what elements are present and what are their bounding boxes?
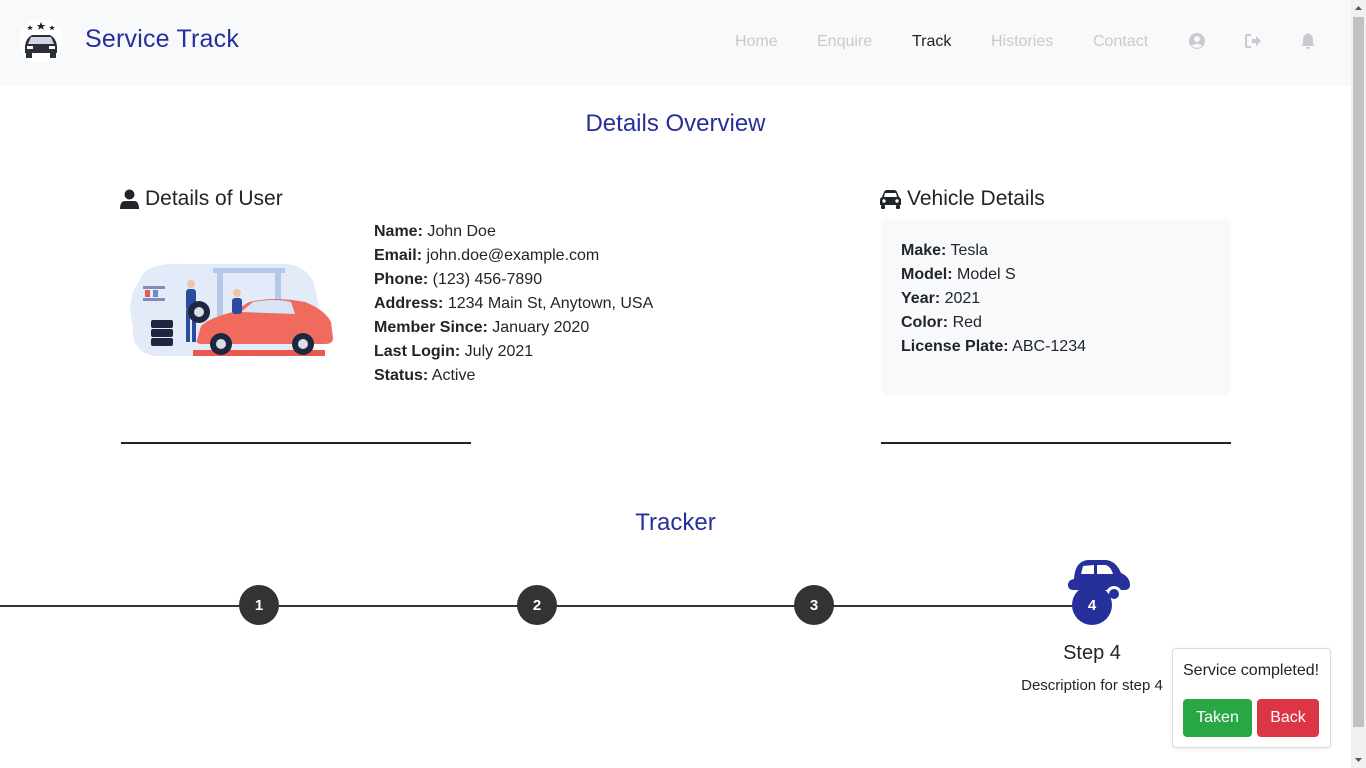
vehicle-section-divider <box>881 442 1231 444</box>
tracker-title: Tracker <box>635 509 716 536</box>
user-info-item: Last Login: July 2021 <box>374 340 653 364</box>
user-circle-icon[interactable] <box>1188 32 1206 50</box>
taken-button[interactable]: Taken <box>1183 699 1252 737</box>
field-label: Last Login: <box>374 343 461 360</box>
field-label: Name: <box>374 223 423 240</box>
user-info-item: Email: john.doe@example.com <box>374 244 653 268</box>
back-button[interactable]: Back <box>1257 699 1319 737</box>
user-icon <box>120 189 139 209</box>
user-details-heading-text: Details of User <box>145 187 283 210</box>
field-label: Year: <box>901 290 941 307</box>
field-value: ABC-1234 <box>1012 338 1086 355</box>
current-step-title: Step 4 <box>1063 642 1121 664</box>
field-label: Status: <box>374 367 429 384</box>
scroll-up-arrow-icon[interactable] <box>1351 0 1366 16</box>
field-value: 1234 Main St, Anytown, USA <box>447 295 654 312</box>
nav-histories[interactable]: Histories <box>991 33 1053 51</box>
details-overview-title: Details Overview <box>585 110 766 137</box>
field-value: (123) 456-7890 <box>432 271 543 288</box>
vehicle-details-heading: Vehicle Details <box>880 187 1045 211</box>
user-info-item: Phone: (123) 456-7890 <box>374 268 653 292</box>
user-info-item: Member Since: January 2020 <box>374 316 653 340</box>
field-label: Model: <box>901 266 953 283</box>
field-value: john.doe@example.com <box>426 247 600 264</box>
field-label: Member Since: <box>374 319 488 336</box>
toast-message: Service completed! <box>1183 662 1320 679</box>
vehicle-info-list: Make: Tesla Model: Model S Year: 2021 Co… <box>901 239 1086 359</box>
vehicle-info-item: License Plate: ABC-1234 <box>901 335 1086 359</box>
field-label: Email: <box>374 247 423 264</box>
scrollbar-thumb[interactable] <box>1353 17 1364 727</box>
vehicle-details-card: Make: Tesla Model: Model S Year: 2021 Co… <box>881 219 1231 395</box>
vehicle-info-item: Color: Red <box>901 311 1086 335</box>
field-value: 2021 <box>944 290 981 307</box>
field-label: Make: <box>901 242 947 259</box>
field-value: Red <box>952 314 982 331</box>
sign-out-icon[interactable] <box>1244 32 1262 50</box>
field-value: Active <box>431 367 476 384</box>
tracker-step-3[interactable]: 3 <box>794 585 834 625</box>
bell-icon[interactable] <box>1299 32 1317 50</box>
field-label: Phone: <box>374 271 429 288</box>
field-label: License Plate: <box>901 338 1009 355</box>
field-value: January 2020 <box>492 319 590 336</box>
nav-enquire[interactable]: Enquire <box>817 33 872 51</box>
car-icon <box>880 189 901 209</box>
car-service-illustration <box>130 263 333 357</box>
nav-track[interactable]: Track <box>912 33 951 51</box>
field-value: July 2021 <box>464 343 534 360</box>
vehicle-info-item: Model: Model S <box>901 263 1086 287</box>
nav-contact[interactable]: Contact <box>1093 33 1148 51</box>
scroll-down-arrow-icon[interactable] <box>1351 752 1366 768</box>
tracker-step-1[interactable]: 1 <box>239 585 279 625</box>
vertical-scrollbar[interactable] <box>1351 0 1366 768</box>
field-label: Address: <box>374 295 444 312</box>
vehicle-info-item: Make: Tesla <box>901 239 1086 263</box>
vehicle-info-item: Year: 2021 <box>901 287 1086 311</box>
user-details-heading: Details of User <box>120 187 283 211</box>
field-value: Tesla <box>950 242 988 259</box>
navbar: Service Track Home Enquire Track Histori… <box>0 0 1351 86</box>
user-info-list: Name: John Doe Email: john.doe@example.c… <box>374 220 653 388</box>
brand-title[interactable]: Service Track <box>85 25 239 54</box>
tracker-step-4-current[interactable]: 4 <box>1072 585 1112 625</box>
user-info-item: Name: John Doe <box>374 220 653 244</box>
field-label: Color: <box>901 314 949 331</box>
user-section-divider <box>121 442 471 444</box>
nav-home[interactable]: Home <box>735 33 778 51</box>
car-logo-icon[interactable] <box>18 18 64 64</box>
field-value: John Doe <box>427 223 496 240</box>
service-toast: Service completed! Taken Back <box>1172 648 1331 748</box>
field-value: Model S <box>957 266 1016 283</box>
current-step-description: Description for step 4 <box>1021 677 1163 694</box>
vehicle-details-heading-text: Vehicle Details <box>907 187 1045 210</box>
tracker-step-2[interactable]: 2 <box>517 585 557 625</box>
user-info-item: Address: 1234 Main St, Anytown, USA <box>374 292 653 316</box>
user-info-item: Status: Active <box>374 364 653 388</box>
